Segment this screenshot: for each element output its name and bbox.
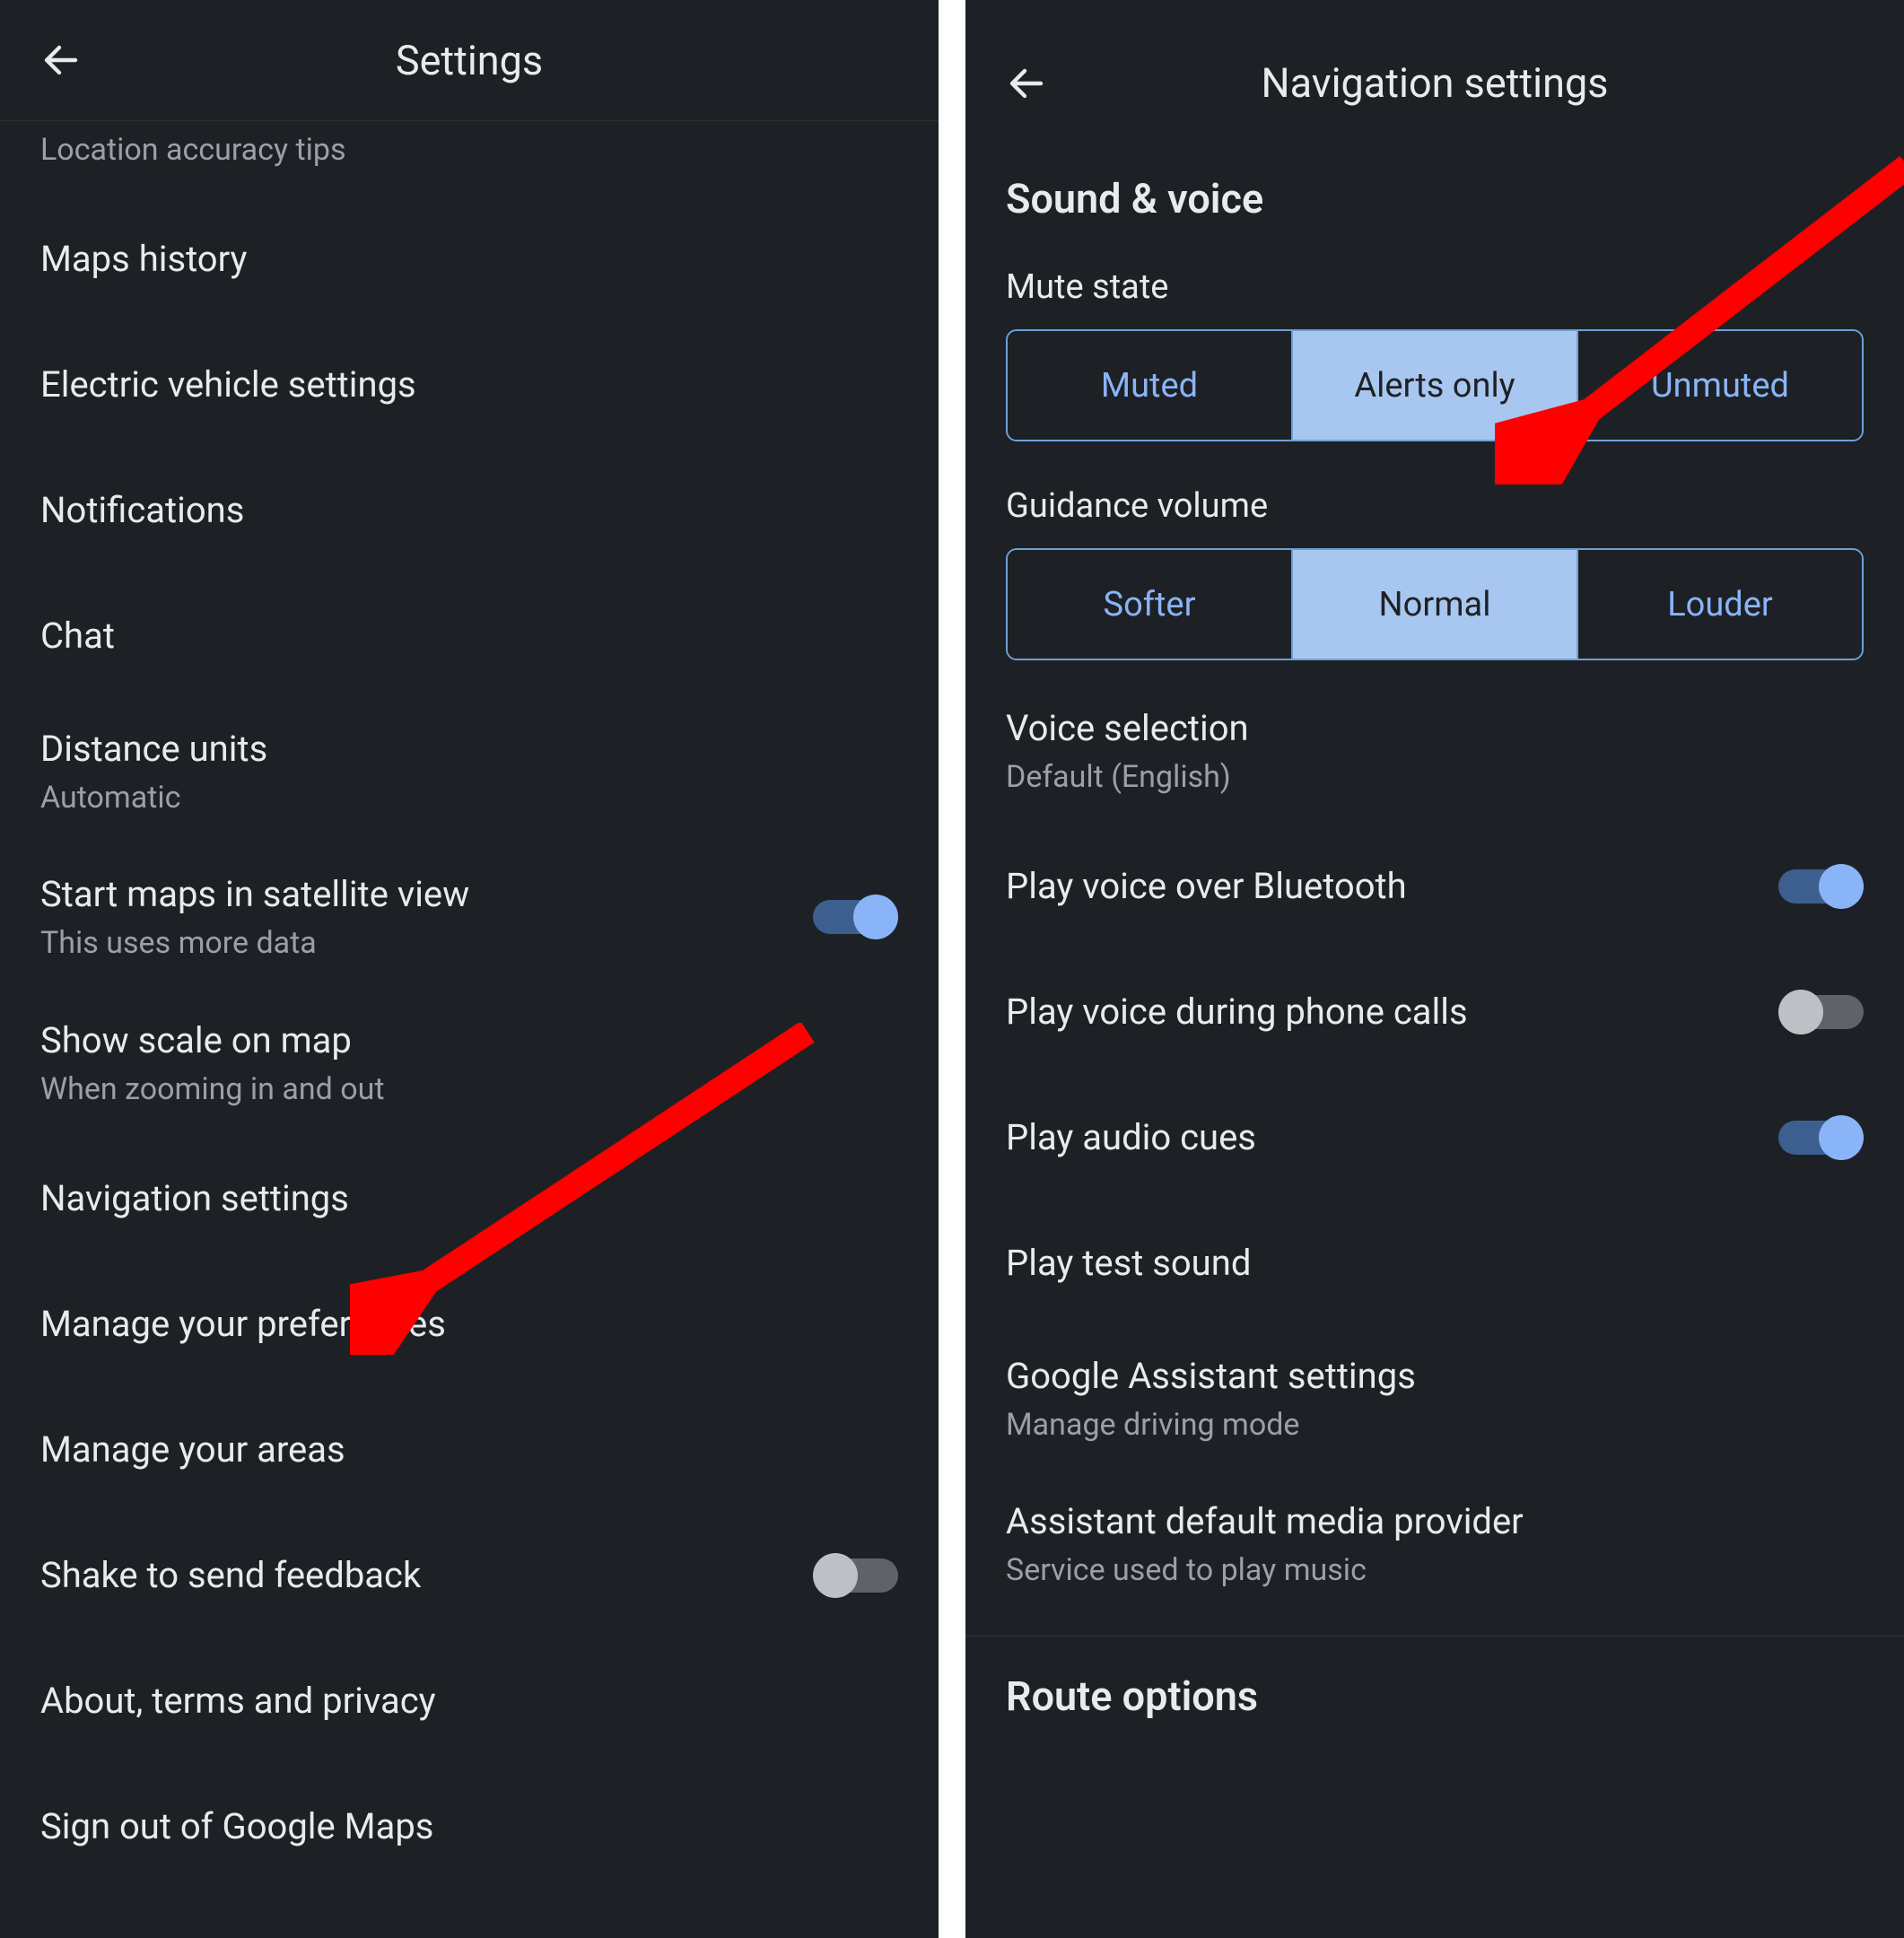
settings-item-notifications[interactable]: Notifications — [0, 448, 939, 573]
item-title: Distance units — [40, 726, 267, 773]
item-title: Play audio cues — [1006, 1114, 1256, 1161]
item-title: Manage your areas — [40, 1427, 345, 1473]
back-button[interactable] — [1001, 58, 1051, 108]
guidance-volume-label: Guidance volume — [965, 459, 1904, 539]
guidance-volume-option-softer[interactable]: Softer — [1008, 550, 1293, 659]
item-title: Maps history — [40, 236, 247, 283]
settings-item-media-provider[interactable]: Assistant default media provider Service … — [965, 1471, 1904, 1617]
item-title: Sign out of Google Maps — [40, 1803, 433, 1850]
settings-item-ev-settings[interactable]: Electric vehicle settings — [0, 322, 939, 448]
settings-item-voice-selection[interactable]: Voice selection Default (English) — [965, 678, 1904, 824]
item-title: Notifications — [40, 487, 244, 534]
item-title: Start maps in satellite view — [40, 871, 469, 918]
settings-item-location-accuracy[interactable]: Location accuracy tips — [0, 121, 939, 196]
item-subtitle: When zooming in and out — [40, 1069, 385, 1109]
item-subtitle: This uses more data — [40, 923, 469, 963]
item-subtitle: Manage driving mode — [1006, 1405, 1416, 1445]
settings-item-test-sound[interactable]: Play test sound — [965, 1200, 1904, 1326]
settings-item-sign-out[interactable]: Sign out of Google Maps — [0, 1764, 939, 1890]
toggle-audio-cues[interactable] — [1778, 1115, 1864, 1160]
mute-state-option-muted[interactable]: Muted — [1008, 331, 1293, 440]
guidance-volume-option-louder[interactable]: Louder — [1578, 550, 1862, 659]
settings-item-navigation-settings[interactable]: Navigation settings — [0, 1136, 939, 1261]
mute-state-label: Mute state — [965, 240, 1904, 320]
item-title: Electric vehicle settings — [40, 362, 416, 408]
settings-item-manage-areas[interactable]: Manage your areas — [0, 1387, 939, 1513]
app-bar: Settings — [0, 0, 939, 121]
back-button[interactable] — [36, 36, 85, 85]
guidance-volume-option-normal[interactable]: Normal — [1293, 550, 1578, 659]
settings-screen: Settings Location accuracy tips Maps hist… — [0, 0, 939, 1938]
toggle-shake-feedback[interactable] — [813, 1553, 898, 1598]
settings-item-manage-preferences[interactable]: Manage your preferences — [0, 1261, 939, 1387]
app-bar: Navigation settings — [965, 0, 1904, 139]
item-title: Google Assistant settings — [1006, 1353, 1416, 1400]
item-title: Assistant default media provider — [1006, 1498, 1524, 1545]
guidance-volume-segmented: SofterNormalLouder — [1006, 548, 1864, 660]
arrow-back-icon — [39, 39, 83, 82]
mute-state-option-unmuted[interactable]: Unmuted — [1578, 331, 1862, 440]
section-header-sound-voice: Sound & voice — [965, 139, 1904, 240]
settings-item-voice-phone-calls[interactable]: Play voice during phone calls — [965, 949, 1904, 1075]
item-subtitle: Default (English) — [1006, 757, 1249, 797]
mute-state-segmented: MutedAlerts onlyUnmuted — [1006, 329, 1864, 441]
settings-item-about[interactable]: About, terms and privacy — [0, 1638, 939, 1764]
settings-item-chat[interactable]: Chat — [0, 573, 939, 699]
item-title: Play voice over Bluetooth — [1006, 863, 1407, 910]
settings-item-audio-cues[interactable]: Play audio cues — [965, 1075, 1904, 1200]
item-title: Voice selection — [1006, 705, 1249, 752]
toggle-satellite-view[interactable] — [813, 895, 898, 939]
item-title: About, terms and privacy — [40, 1678, 436, 1724]
item-title: Play voice during phone calls — [1006, 989, 1468, 1035]
settings-item-satellite-view[interactable]: Start maps in satellite view This uses mo… — [0, 844, 939, 990]
item-title: Show scale on map — [40, 1017, 385, 1064]
mute-state-option-alerts-only[interactable]: Alerts only — [1293, 331, 1578, 440]
item-subtitle: Service used to play music — [1006, 1550, 1524, 1590]
page-title: Navigation settings — [1051, 59, 1819, 107]
section-header-route-options: Route options — [965, 1637, 1904, 1738]
toggle-voice-phone-calls[interactable] — [1778, 990, 1864, 1034]
arrow-back-icon — [1005, 62, 1048, 105]
item-title: Shake to send feedback — [40, 1552, 421, 1599]
settings-item-voice-bluetooth[interactable]: Play voice over Bluetooth — [965, 824, 1904, 949]
navigation-settings-screen: Navigation settings Sound & voice Mute s… — [965, 0, 1904, 1938]
toggle-voice-bluetooth[interactable] — [1778, 864, 1864, 909]
item-title: Chat — [40, 613, 115, 659]
settings-list: Location accuracy tips Maps history Electr… — [0, 121, 939, 1890]
item-title: Navigation settings — [40, 1175, 349, 1222]
settings-item-assistant-settings[interactable]: Google Assistant settings Manage driving … — [965, 1326, 1904, 1471]
settings-item-maps-history[interactable]: Maps history — [0, 196, 939, 322]
item-subtitle: Automatic — [40, 778, 267, 817]
page-title: Settings — [85, 37, 853, 84]
settings-item-show-scale[interactable]: Show scale on map When zooming in and out — [0, 991, 939, 1136]
item-title: Manage your preferences — [40, 1301, 446, 1348]
item-title: Location accuracy tips — [40, 130, 346, 170]
item-title: Play test sound — [1006, 1240, 1251, 1287]
sound-voice-list: Voice selection Default (English) Play voi… — [965, 678, 1904, 1618]
settings-item-distance-units[interactable]: Distance units Automatic — [0, 699, 939, 844]
settings-item-shake-feedback[interactable]: Shake to send feedback — [0, 1513, 939, 1638]
